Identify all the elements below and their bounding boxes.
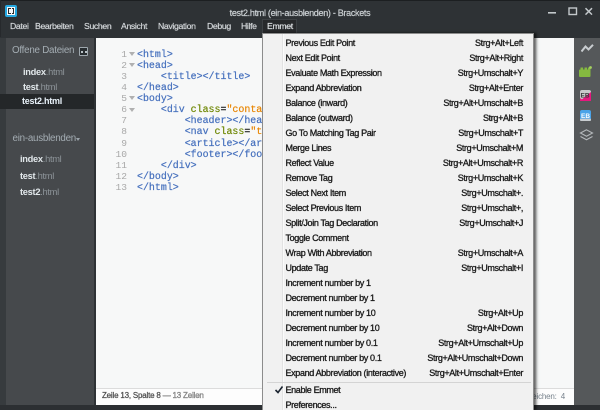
svg-text:EB: EB xyxy=(580,93,589,100)
svg-text:EB: EB xyxy=(581,113,590,120)
